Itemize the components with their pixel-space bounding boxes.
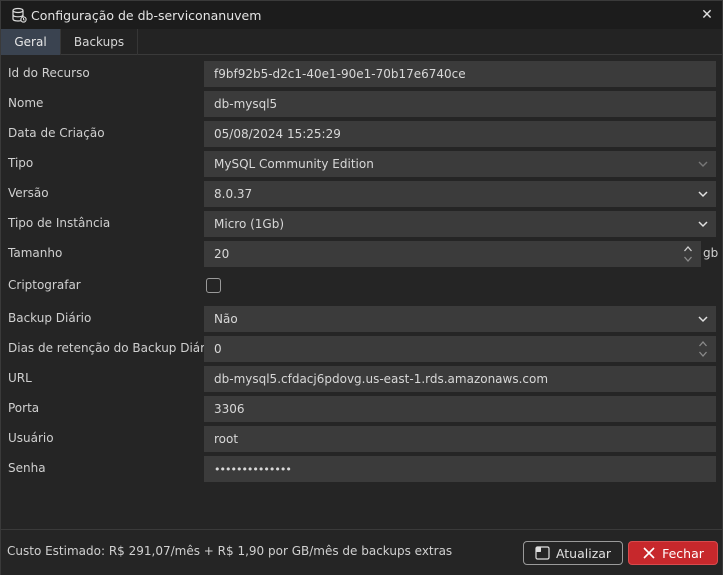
encrypt-checkbox[interactable]: [206, 278, 221, 293]
spinner-arrows-icon[interactable]: [683, 243, 693, 265]
tab-backups[interactable]: Backups: [61, 29, 138, 55]
label-password: Senha: [8, 461, 46, 475]
version-select[interactable]: 8.0.37: [204, 181, 716, 207]
daily-backup-select[interactable]: Não: [204, 306, 716, 332]
version-value: 8.0.37: [214, 187, 253, 201]
label-encrypt: Criptografar: [8, 278, 81, 292]
chevron-down-icon: [698, 161, 708, 167]
title-bar: Configuração de db-serviconanuvem ✕: [1, 1, 722, 29]
row-url: URL db-mysql5.cfdacj6pdovg.us-east-1.rds…: [1, 366, 722, 392]
resource-id-field[interactable]: f9bf92b5-d2c1-40e1-90e1-70b17e6740ce: [204, 61, 716, 87]
window-title: Configuração de db-serviconanuvem: [31, 7, 262, 23]
chevron-down-icon: [698, 316, 708, 323]
retention-value: 0: [214, 342, 222, 356]
spinner-arrows-icon[interactable]: [698, 338, 708, 360]
type-select[interactable]: MySQL Community Edition: [204, 151, 716, 177]
port-field[interactable]: 3306: [204, 396, 716, 422]
row-type: Tipo MySQL Community Edition: [1, 151, 722, 177]
label-name: Nome: [8, 96, 44, 110]
label-version: Versão: [8, 186, 49, 200]
daily-backup-value: Não: [214, 312, 238, 326]
created-field[interactable]: 05/08/2024 15:25:29: [204, 121, 716, 147]
label-user: Usuário: [8, 431, 54, 445]
label-url: URL: [8, 371, 32, 385]
label-created: Data de Criação: [8, 126, 105, 140]
size-unit: gb: [703, 246, 719, 260]
label-instance-type: Tipo de Instância: [8, 216, 111, 230]
refresh-window-icon: [535, 546, 550, 560]
row-user: Usuário root: [1, 426, 722, 452]
row-daily-backup: Backup Diário Não: [1, 306, 722, 332]
x-icon: [643, 547, 655, 559]
url-field[interactable]: db-mysql5.cfdacj6pdovg.us-east-1.rds.ama…: [204, 366, 716, 392]
tab-geral[interactable]: Geral: [1, 29, 61, 55]
type-value: MySQL Community Edition: [214, 157, 374, 171]
close-label: Fechar: [662, 545, 704, 561]
update-label: Atualizar: [555, 545, 612, 561]
row-instance-type: Tipo de Instância Micro (1Gb): [1, 211, 722, 237]
row-port: Porta 3306: [1, 396, 722, 422]
footer: Custo Estimado: R$ 291,07/mês + R$ 1,90 …: [1, 530, 722, 575]
chevron-down-icon: [698, 191, 708, 198]
close-button[interactable]: Fechar: [628, 541, 718, 565]
row-created: Data de Criação 05/08/2024 15:25:29: [1, 121, 722, 147]
row-size: Tamanho 20 gb: [1, 241, 722, 267]
row-encrypt: Criptografar: [1, 273, 722, 299]
database-icon: [11, 7, 27, 23]
update-button[interactable]: Atualizar: [523, 541, 623, 565]
close-icon[interactable]: ✕: [698, 6, 716, 24]
label-resource-id: Id do Recurso: [8, 66, 90, 80]
name-field[interactable]: db-mysql5: [204, 91, 716, 117]
label-port: Porta: [8, 401, 40, 415]
instance-type-value: Micro (1Gb): [214, 217, 285, 231]
label-size: Tamanho: [8, 246, 63, 260]
password-field[interactable]: ••••••••••••••: [204, 456, 716, 482]
chevron-down-icon: [698, 221, 708, 228]
label-daily-backup: Backup Diário: [8, 311, 92, 325]
retention-spinbox[interactable]: 0: [204, 336, 716, 362]
cost-label: Custo Estimado:: [7, 544, 106, 558]
instance-type-select[interactable]: Micro (1Gb): [204, 211, 716, 237]
row-version: Versão 8.0.37: [1, 181, 722, 207]
row-resource-id: Id do Recurso f9bf92b5-d2c1-40e1-90e1-70…: [1, 61, 722, 87]
row-retention: Dias de retenção do Backup Diário 0: [1, 336, 722, 362]
size-spinbox[interactable]: 20: [204, 241, 701, 267]
size-value: 20: [214, 247, 230, 261]
user-field[interactable]: root: [204, 426, 716, 452]
estimated-cost: Custo Estimado: R$ 291,07/mês + R$ 1,90 …: [7, 544, 452, 558]
row-name: Nome db-mysql5: [1, 91, 722, 117]
label-type: Tipo: [8, 156, 34, 170]
row-password: Senha ••••••••••••••: [1, 456, 722, 482]
cost-value: R$ 291,07/mês + R$ 1,90 por GB/mês de ba…: [108, 544, 453, 558]
config-dialog: Configuração de db-serviconanuvem ✕ Gera…: [0, 0, 723, 575]
tab-bar: Geral Backups: [1, 29, 722, 55]
label-retention: Dias de retenção do Backup Diário: [8, 341, 216, 355]
